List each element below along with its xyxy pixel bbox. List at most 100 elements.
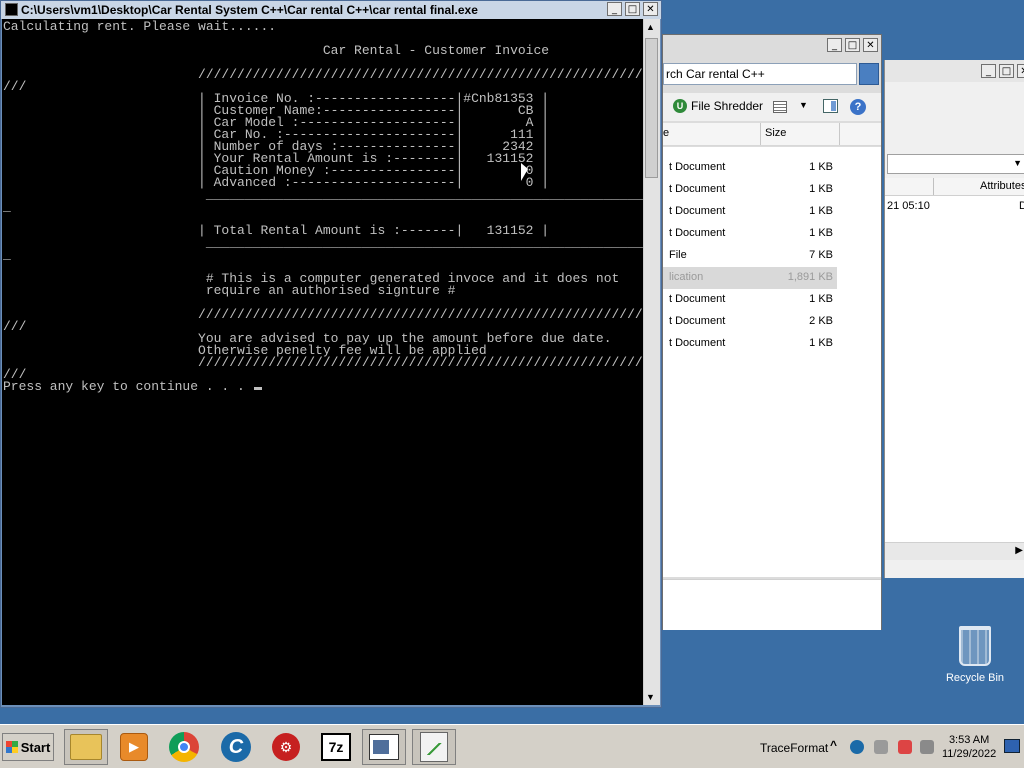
file-name: File (669, 249, 687, 261)
file-shredder-label: File Shredder (691, 99, 764, 113)
clock-time: 3:53 AM (948, 734, 990, 746)
taskbar-console[interactable] (362, 729, 406, 765)
column-name[interactable]: e (663, 127, 669, 139)
taskbar-app[interactable]: ⚙ (264, 729, 308, 765)
window-title: C:\Users\vm1\Desktop\Car Rental System C… (21, 3, 478, 17)
taskbar: Start ▶ C ⚙ 7z TraceFormat ^ 3:53 AM 11/… (0, 724, 1024, 768)
taskbar-traceformat[interactable] (412, 729, 456, 765)
file-name: t Document (669, 337, 726, 349)
tray-expand-icon[interactable]: ^ (830, 738, 837, 752)
start-label: Start (20, 739, 51, 755)
file-row[interactable]: t Document 2 KB (663, 311, 837, 333)
close-button[interactable]: ✕ (643, 2, 658, 16)
file-size: 7 KB (809, 249, 833, 261)
background-explorer-window: _ □ ✕ ▼ Attributes 21 05:10 D ▶ (884, 60, 1024, 578)
console-line: Calculating rent. Please wait...... (3, 19, 277, 34)
file-size: 1 KB (809, 205, 833, 217)
file-size: 1,891 KB (787, 271, 833, 283)
explorer-toolbar: U File Shredder ▼ ? (663, 93, 881, 121)
close-button[interactable]: ✕ (863, 38, 878, 52)
view-options-icon[interactable] (773, 101, 787, 113)
background-explorer-titlebar: _ □ ✕ (885, 60, 1024, 82)
file-row[interactable]: lication 1,891 KB (663, 267, 837, 289)
console-line: ________________________________________… (3, 235, 643, 250)
minimize-button[interactable]: _ (607, 2, 622, 16)
taskbar-explorer[interactable] (64, 729, 108, 765)
search-input[interactable]: rch Car rental C++ (663, 63, 857, 85)
column-header: Attributes (885, 178, 1024, 196)
gear-icon: ⚙ (272, 733, 300, 761)
dropdown-arrow-icon[interactable]: ▼ (1013, 158, 1022, 168)
console-line: Car Rental - Customer Invoice (3, 43, 550, 58)
maximize-button[interactable]: □ (845, 38, 860, 52)
chart-app-icon (420, 732, 448, 762)
toolbar-label[interactable]: TraceFormat (760, 741, 828, 755)
maximize-button[interactable]: □ (999, 64, 1014, 78)
search-icon[interactable] (859, 63, 879, 85)
file-shredder-button[interactable]: U File Shredder (673, 99, 763, 113)
column-separator (839, 123, 840, 145)
chevron-down-icon[interactable]: ▼ (799, 100, 808, 110)
help-icon[interactable]: ? (850, 99, 866, 115)
scroll-up-icon[interactable]: ▲ (646, 22, 655, 32)
file-name: t Document (669, 205, 726, 217)
file-size: 1 KB (809, 183, 833, 195)
minimize-button[interactable]: _ (827, 38, 842, 52)
taskbar-chrome[interactable] (162, 729, 206, 765)
horizontal-scrollbar[interactable]: ▶ (885, 542, 1024, 560)
recycle-bin-label: Recycle Bin (945, 672, 1005, 684)
file-row[interactable]: t Document 1 KB (663, 333, 837, 355)
column-header: e Size (663, 123, 881, 146)
vertical-scrollbar[interactable]: ▲ ▼ (643, 19, 660, 705)
file-name: t Document (669, 315, 726, 327)
console-line: ////////////////////////////////////////… (3, 307, 643, 322)
console-line: ________________________________________… (3, 187, 643, 202)
file-size: 1 KB (809, 293, 833, 305)
volume-icon[interactable] (920, 740, 934, 754)
column-size[interactable]: Size (765, 127, 786, 139)
file-name: t Document (669, 293, 726, 305)
console-app-icon (369, 734, 399, 760)
action-center-icon[interactable] (898, 740, 912, 754)
network-icon[interactable] (874, 740, 888, 754)
maximize-button[interactable]: □ (625, 2, 640, 16)
row-date: 21 05:10 (887, 200, 930, 212)
scroll-down-icon[interactable]: ▼ (646, 692, 655, 702)
close-button[interactable]: ✕ (1017, 64, 1024, 78)
scroll-right-icon[interactable]: ▶ (1015, 545, 1023, 556)
column-attributes[interactable]: Attributes (980, 180, 1024, 192)
file-name: t Document (669, 227, 726, 239)
file-name: t Document (669, 183, 726, 195)
windows-logo-icon (5, 741, 18, 753)
file-row[interactable]: t Document 1 KB (663, 201, 837, 223)
chrome-icon (169, 732, 199, 762)
ccleaner-tray-icon[interactable] (850, 740, 864, 754)
file-name: t Document (669, 161, 726, 173)
taskbar-ccleaner[interactable]: C (214, 729, 258, 765)
file-row[interactable]: File 7 KB (663, 245, 837, 267)
address-combo[interactable]: ▼ (887, 154, 1024, 174)
console-line: Press any key to continue . . . (3, 379, 253, 394)
file-row[interactable]: t Document 1 KB (663, 157, 837, 179)
console-titlebar[interactable]: C:\Users\vm1\Desktop\Car Rental System C… (1, 1, 661, 19)
column-separator (885, 178, 934, 195)
file-row[interactable]: t Document 1 KB (663, 179, 837, 201)
recycle-bin[interactable]: Recycle Bin (942, 624, 1008, 684)
file-row[interactable]: t Document 1 KB (663, 223, 837, 245)
start-button[interactable]: Start (2, 733, 54, 761)
file-size: 1 KB (809, 337, 833, 349)
media-player-icon: ▶ (120, 733, 148, 761)
console-output[interactable]: Calculating rent. Please wait...... Car … (2, 19, 643, 705)
row-attributes: D (1019, 200, 1024, 212)
scroll-thumb[interactable] (645, 38, 658, 178)
show-desktop-icon[interactable] (1004, 739, 1020, 753)
clock[interactable]: 3:53 AM 11/29/2022 (942, 733, 996, 761)
taskbar-7zip[interactable]: 7z (314, 729, 358, 765)
minimize-button[interactable]: _ (981, 64, 996, 78)
ccleaner-icon: C (221, 732, 251, 762)
taskbar-media-player[interactable]: ▶ (112, 729, 156, 765)
file-row[interactable]: t Document 1 KB (663, 289, 837, 311)
explorer-window: _ □ ✕ rch Car rental C++ U File Shredder… (662, 34, 882, 630)
preview-pane-icon[interactable] (823, 99, 838, 113)
text-cursor (253, 387, 262, 390)
